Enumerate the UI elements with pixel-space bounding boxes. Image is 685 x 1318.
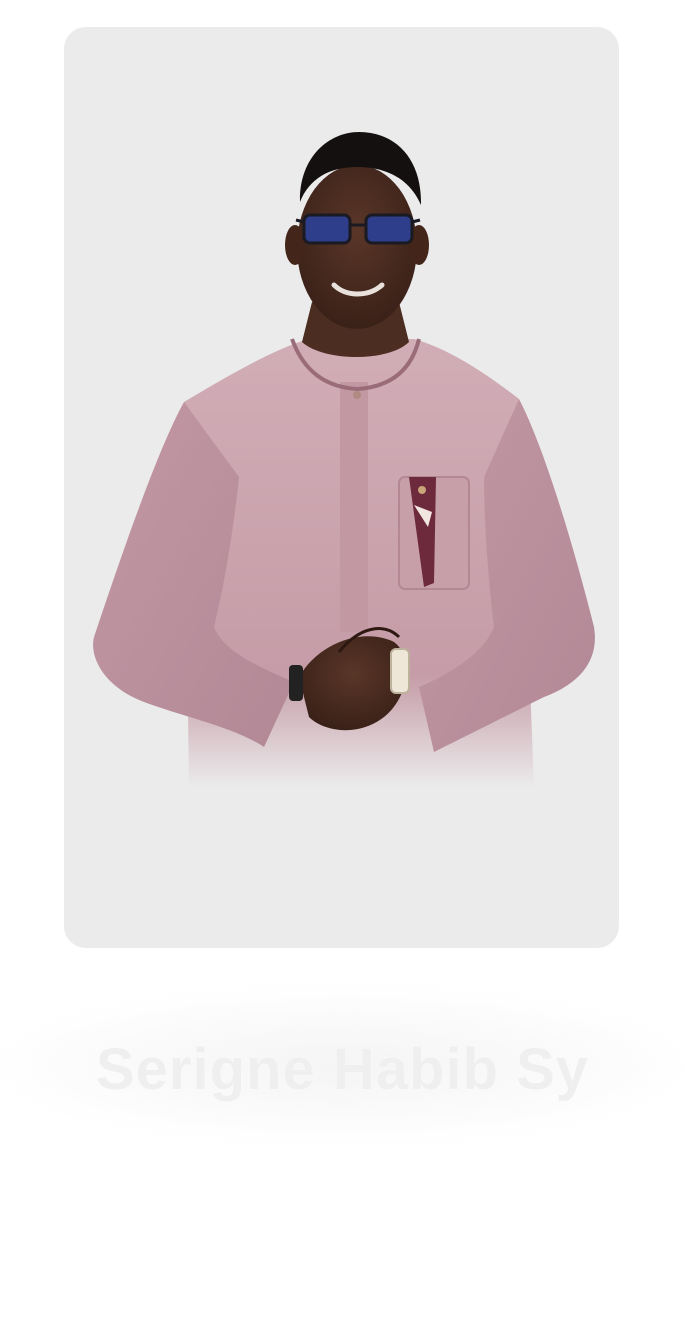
profile-photo-card	[64, 27, 619, 948]
person-name: Serigne Habib Sy	[95, 1037, 590, 1102]
profile-page: Serigne Habib Sy	[0, 0, 685, 1318]
portrait-image	[93, 132, 595, 787]
